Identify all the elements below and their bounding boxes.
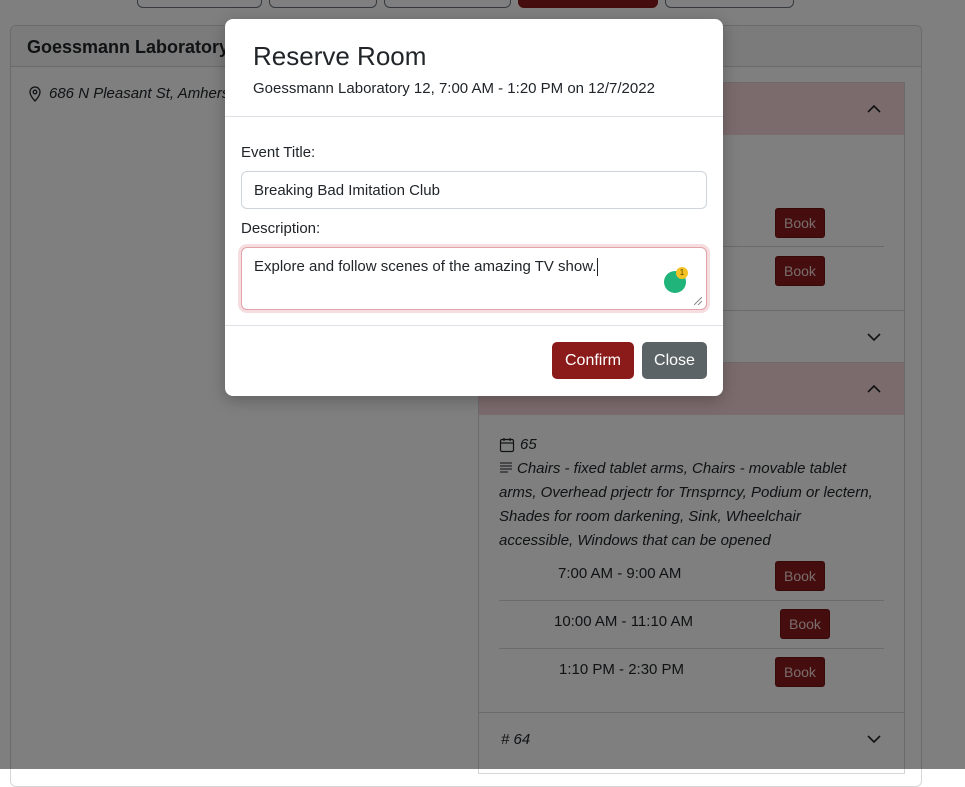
- description-label: Description:: [241, 220, 321, 237]
- event-title-value: Breaking Bad Imitation Club: [254, 181, 440, 199]
- text-cursor: [597, 258, 599, 276]
- assistant-count-badge: 1: [676, 267, 688, 279]
- close-button[interactable]: Close: [642, 342, 707, 379]
- description-value: Explore and follow scenes of the amazing…: [254, 258, 597, 275]
- modal-header-divider: [225, 116, 723, 117]
- event-title-input[interactable]: Breaking Bad Imitation Club: [241, 171, 707, 209]
- modal-footer-divider: [225, 325, 723, 326]
- modal-title: Reserve Room: [253, 41, 427, 71]
- description-textarea[interactable]: Explore and follow scenes of the amazing…: [241, 247, 707, 310]
- reserve-room-modal: Reserve Room Goessmann Laboratory 12, 7:…: [225, 19, 723, 396]
- resize-grip-icon[interactable]: [694, 297, 702, 305]
- confirm-button[interactable]: Confirm: [552, 342, 634, 379]
- event-title-label: Event Title:: [241, 144, 316, 161]
- modal-subtitle: Goessmann Laboratory 12, 7:00 AM - 1:20 …: [253, 80, 655, 97]
